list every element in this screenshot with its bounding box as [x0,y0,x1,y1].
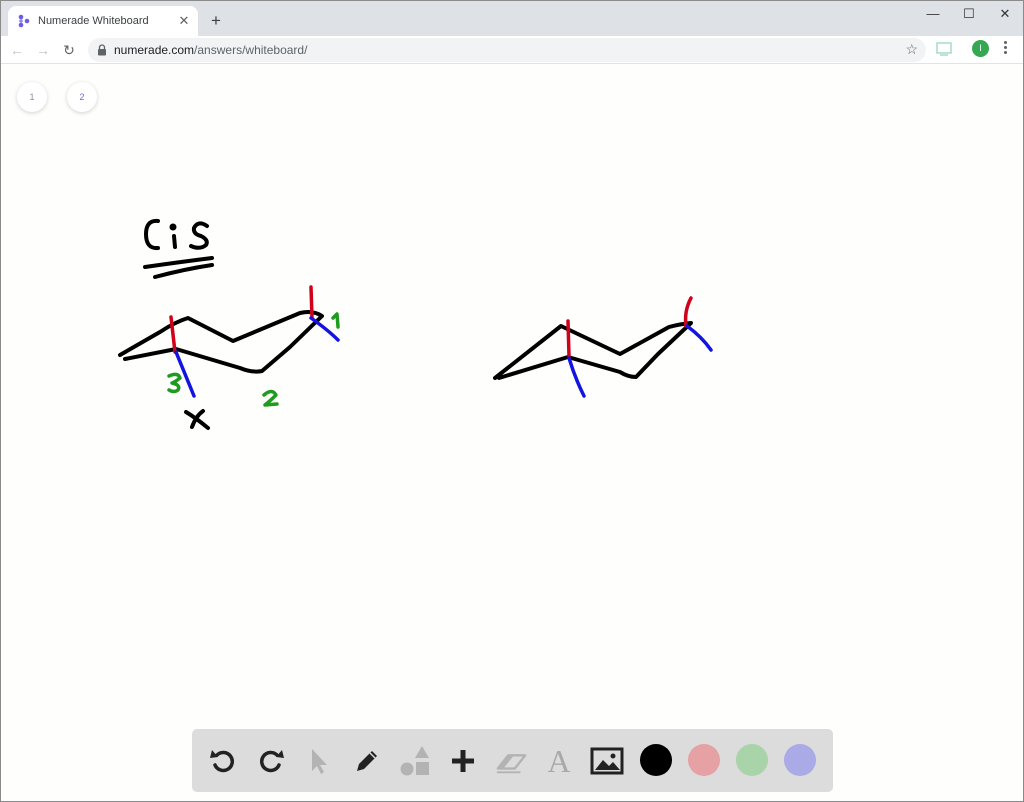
tool-palette: A [192,729,833,792]
browser-toolbar: ← → ↻ numerade.com/answers/whiteboard/ ☆ [0,36,1024,64]
numerade-favicon-icon [18,14,30,28]
left-substituents [169,285,340,398]
cis-title [144,218,209,251]
color-green-swatch[interactable] [736,744,768,776]
cast-icon[interactable] [936,42,952,56]
browser-menu-icon[interactable] [1004,41,1008,57]
forward-icon[interactable]: → [33,40,53,60]
reload-icon[interactable]: ↻ [59,40,79,60]
whiteboard-canvas[interactable]: 1 2 [0,64,1024,802]
color-black-swatch[interactable] [640,744,672,776]
chair-left [118,310,324,374]
eraser-tool[interactable] [494,744,528,778]
undo-button[interactable] [206,744,240,778]
redo-icon [260,750,284,773]
url-path: /answers/whiteboard/ [194,43,308,57]
undo-icon [210,750,234,773]
image-tool[interactable] [590,744,624,778]
redo-button[interactable] [254,744,288,778]
url-text: numerade.com/answers/whiteboard/ [114,43,307,57]
right-substituents [566,296,713,398]
lock-icon [98,44,106,56]
text-tool[interactable]: A [542,742,576,779]
pen-icon [357,751,377,771]
tab-strip: Numerade Whiteboard ✕ + — ☐ ✕ [0,0,1024,37]
chair-right [493,321,693,380]
address-bar[interactable]: numerade.com/answers/whiteboard/ ☆ [88,38,926,62]
close-window-button[interactable]: ✕ [986,1,1024,29]
bookmark-star-icon[interactable]: ☆ [905,41,918,58]
tab-close-icon[interactable]: ✕ [176,13,192,29]
back-icon[interactable]: ← [7,40,27,60]
url-host: numerade.com [114,43,195,57]
minimize-button[interactable]: — [914,1,952,29]
shapes-icon [400,746,429,776]
select-tool[interactable] [302,744,336,778]
text-icon: A [547,742,571,779]
add-button[interactable] [446,744,480,778]
maximize-button[interactable]: ☐ [950,1,988,29]
image-icon [590,747,624,775]
new-tab-button[interactable]: + [206,11,226,31]
pen-tool[interactable] [350,744,384,778]
x-mark [184,409,210,430]
profile-avatar[interactable]: I [972,40,989,57]
handwriting-layer [118,218,713,430]
tab-title: Numerade Whiteboard [38,15,149,27]
title-underline [143,256,214,279]
browser-tab[interactable]: Numerade Whiteboard ✕ [8,6,198,37]
color-blue-swatch[interactable] [784,744,816,776]
add-icon [452,750,474,772]
eraser-icon [496,754,527,774]
color-red-swatch[interactable] [688,744,720,776]
select-icon [312,749,327,774]
shapes-tool[interactable] [398,744,432,778]
